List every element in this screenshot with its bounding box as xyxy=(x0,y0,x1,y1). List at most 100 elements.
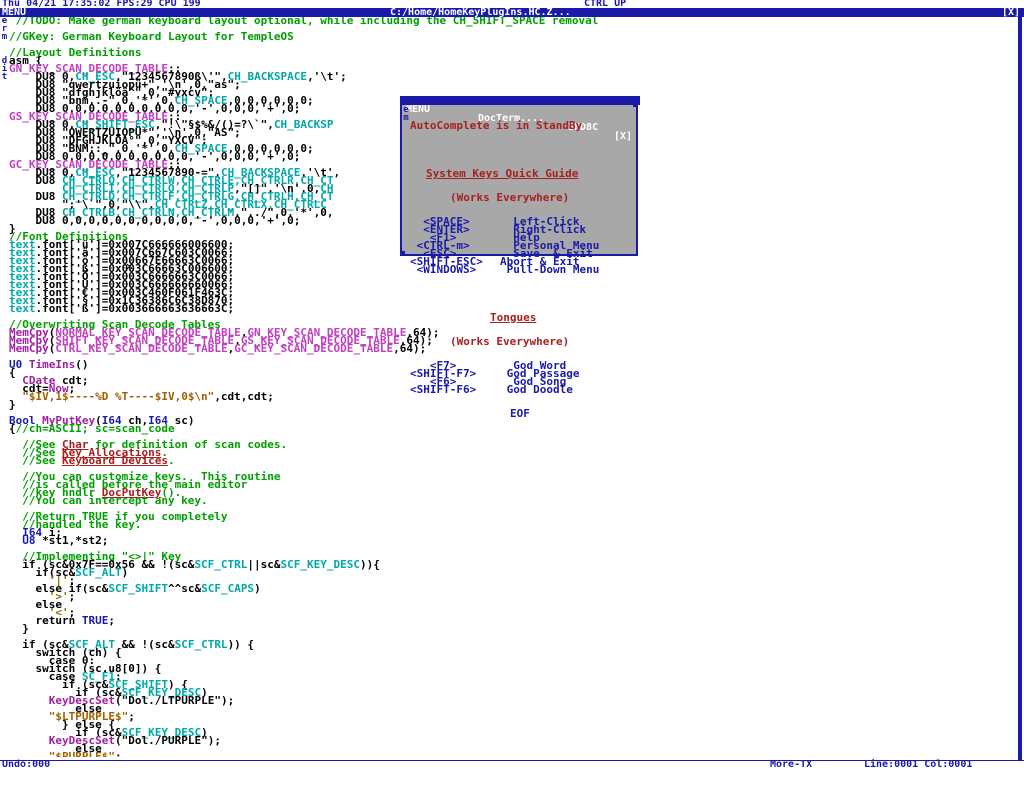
code-line[interactable]: "$LTPURPLE$"; xyxy=(9,710,1009,723)
code-line[interactable]: //TODO: Make german keyboard layout opti… xyxy=(9,17,1009,27)
code-token: SCF_CTRL xyxy=(174,638,228,651)
code-token: ; xyxy=(108,614,115,627)
code-token: ("Dol./PURPLE"); xyxy=(114,734,221,747)
code-token: )) { xyxy=(227,638,255,651)
code-token: ("Dol./LTPURPLE"); xyxy=(114,694,235,707)
side-tab-letter[interactable]: m xyxy=(1,33,8,42)
code-token: SCF_CTRL xyxy=(194,558,248,571)
code-token: TRUE xyxy=(81,614,109,627)
code-token: TimeIns xyxy=(28,358,76,371)
code-token: ) xyxy=(121,566,129,579)
code-token: ; xyxy=(68,590,76,603)
code-line[interactable]: "$PURPLE$"; xyxy=(9,750,1009,757)
key-action: God Doodle xyxy=(500,383,573,396)
quick-guide-subheading: (Works Everywhere) xyxy=(450,191,570,204)
resize-handle[interactable] xyxy=(633,102,638,107)
vertical-scrollbar[interactable] xyxy=(1018,17,1022,762)
code-line[interactable]: KeyDescSet("Dol./PURPLE"); xyxy=(9,734,1009,747)
code-token: SCF_SHIFT xyxy=(108,582,168,595)
code-token: ||sc& xyxy=(247,558,281,571)
key-guide-row[interactable]: <WINDOWS> Pull-Down Menu xyxy=(410,263,636,276)
code-line[interactable]: if (sc&SCF_ALT && !(sc&SCF_CTRL)) { xyxy=(9,638,1009,651)
clock-readout: Thu 04/21 17:35:02 FPS:29 CPU 199 xyxy=(2,0,201,9)
code-token: "$PURPLE$" xyxy=(48,750,115,757)
resize-handle[interactable] xyxy=(400,251,405,256)
doc-term-window[interactable]: MENU DocTerm.... 3FD8C [X] e m AutoCompl… xyxy=(400,96,640,419)
key-action: Pull-Down Menu xyxy=(500,263,600,276)
code-token: GC_KEY_SCAN_DECODE_TABLE xyxy=(234,342,394,355)
tongues-heading[interactable]: Tongues xyxy=(410,312,636,323)
key-guide-row[interactable]: <SHIFT-F6> God Doodle xyxy=(410,383,636,396)
tongue-list: <F7> God Word <SHIFT-F7> God Passage <F6>… xyxy=(410,360,636,396)
side-tab-letter[interactable]: t xyxy=(1,73,8,82)
code-token: //GKey: German Keyboard Layout for Templ… xyxy=(9,30,294,43)
code-token: () xyxy=(75,358,89,371)
code-token: } xyxy=(9,398,16,411)
side-tab-letter[interactable]: m xyxy=(402,114,410,123)
code-line[interactable]: //Return TRUE if you completely xyxy=(9,511,1009,522)
ctrl-indicator: CTRL UP xyxy=(584,0,627,9)
code-token: ) xyxy=(254,582,261,595)
code-line[interactable]: return TRUE; xyxy=(9,614,1009,627)
popup-side-tabs[interactable]: e m xyxy=(402,106,410,123)
code-token: CTRL_KEY_SCAN_DECODE_TABLE xyxy=(55,342,228,355)
code-token: U8 xyxy=(22,534,36,547)
code-token: SCF_CAPS xyxy=(201,582,255,595)
code-token: SCF_ALT xyxy=(75,566,122,579)
close-button[interactable]: [X] xyxy=(1002,8,1020,18)
code-token: ,cdt,cdt; xyxy=(214,390,274,403)
code-line[interactable]: '<'; xyxy=(9,607,1009,618)
code-token: MemCpy xyxy=(9,342,49,355)
popup-title-bar[interactable]: MENU DocTerm.... 3FD8C [X] xyxy=(402,96,640,142)
code-token: { xyxy=(9,422,16,435)
code-line[interactable]: else xyxy=(9,599,1009,610)
eof-marker: EOF xyxy=(510,407,530,420)
key-label: <SHIFT-F6> xyxy=(410,383,477,396)
code-token: //See xyxy=(9,454,62,467)
code-token: //You can intercept any key. xyxy=(9,494,208,507)
side-tab-menu[interactable]: e r m xyxy=(1,17,8,42)
code-line[interactable]: I64 i; xyxy=(9,527,1009,538)
quick-guide-heading[interactable]: System Keys Quick Guide xyxy=(410,168,636,179)
code-token: //ch=ASCII; sc=scan_code xyxy=(15,422,175,435)
code-token: ; xyxy=(128,710,135,723)
autocomplete-status: AutoComplete is in StandBy xyxy=(410,119,583,132)
code-line[interactable]: //Layout Definitions xyxy=(9,47,1009,58)
code-token: .font['ß']=0x003666663636663C; xyxy=(35,302,235,315)
code-line[interactable]: KeyDescSet("Dol./LTPURPLE"); xyxy=(9,694,1009,707)
code-token: CH_BACKSP xyxy=(273,118,334,131)
side-tab-edit[interactable]: d i t xyxy=(1,57,8,82)
code-token: ; xyxy=(114,750,122,757)
code-token[interactable]: Keyboard Devices xyxy=(62,454,168,467)
code-token: SCF_KEY_DESC xyxy=(280,558,361,571)
code-token: . xyxy=(167,454,175,467)
mouse-pointer-icon: ✕ xyxy=(126,259,134,273)
code-token: ^^sc& xyxy=(167,582,202,595)
code-token: text xyxy=(9,302,36,315)
code-token: //TODO: Make german keyboard layout opti… xyxy=(15,17,599,27)
code-token: *st1,*st2; xyxy=(35,534,109,547)
code-line[interactable]: //GKey: German Keyboard Layout for Templ… xyxy=(9,30,1009,43)
key-list: <SPACE> Left-Click <ENTER> Right-Click <… xyxy=(410,216,636,276)
code-token: "$IV,1$----%D %T----$IV,0$\n" xyxy=(22,390,215,403)
file-path-title: C:/Home/HomeKeyPlugIns.HC.Z... xyxy=(390,7,571,18)
code-token: )){ xyxy=(360,558,380,571)
code-line[interactable]: U8 *st1,*st2; xyxy=(9,534,1009,547)
code-line[interactable]: switch (sc.u8[0]) { xyxy=(9,663,1009,674)
code-token: && !(sc& xyxy=(114,638,175,651)
key-label: <WINDOWS> xyxy=(410,263,477,276)
code-token: ,'\t'; xyxy=(307,70,347,83)
window-title-bar[interactable]: MENU C:/Home/HomeKeyPlugIns.HC.Z... [X] xyxy=(0,7,1024,18)
popup-body: AutoComplete is in StandBy System Keys Q… xyxy=(410,106,636,419)
code-token: } xyxy=(9,622,29,635)
code-line[interactable]: } xyxy=(9,622,1009,635)
tongues-subheading: (Works Everywhere) xyxy=(450,335,570,348)
code-line[interactable]: //See Keyboard Devices. xyxy=(9,454,1009,467)
code-line[interactable]: if (sc&0x7F==0x56 && !(sc&SCF_CTRL||sc&S… xyxy=(9,558,1009,571)
code-line[interactable]: //You can intercept any key. xyxy=(9,494,1009,507)
code-line[interactable]: else if(sc&SCF_SHIFT^^sc&SCF_CAPS) xyxy=(9,582,1009,595)
code-token: DU8 0,0,0,0,0,0,0,0,0,0,'-',0,0,0,'+',0; xyxy=(9,214,301,227)
